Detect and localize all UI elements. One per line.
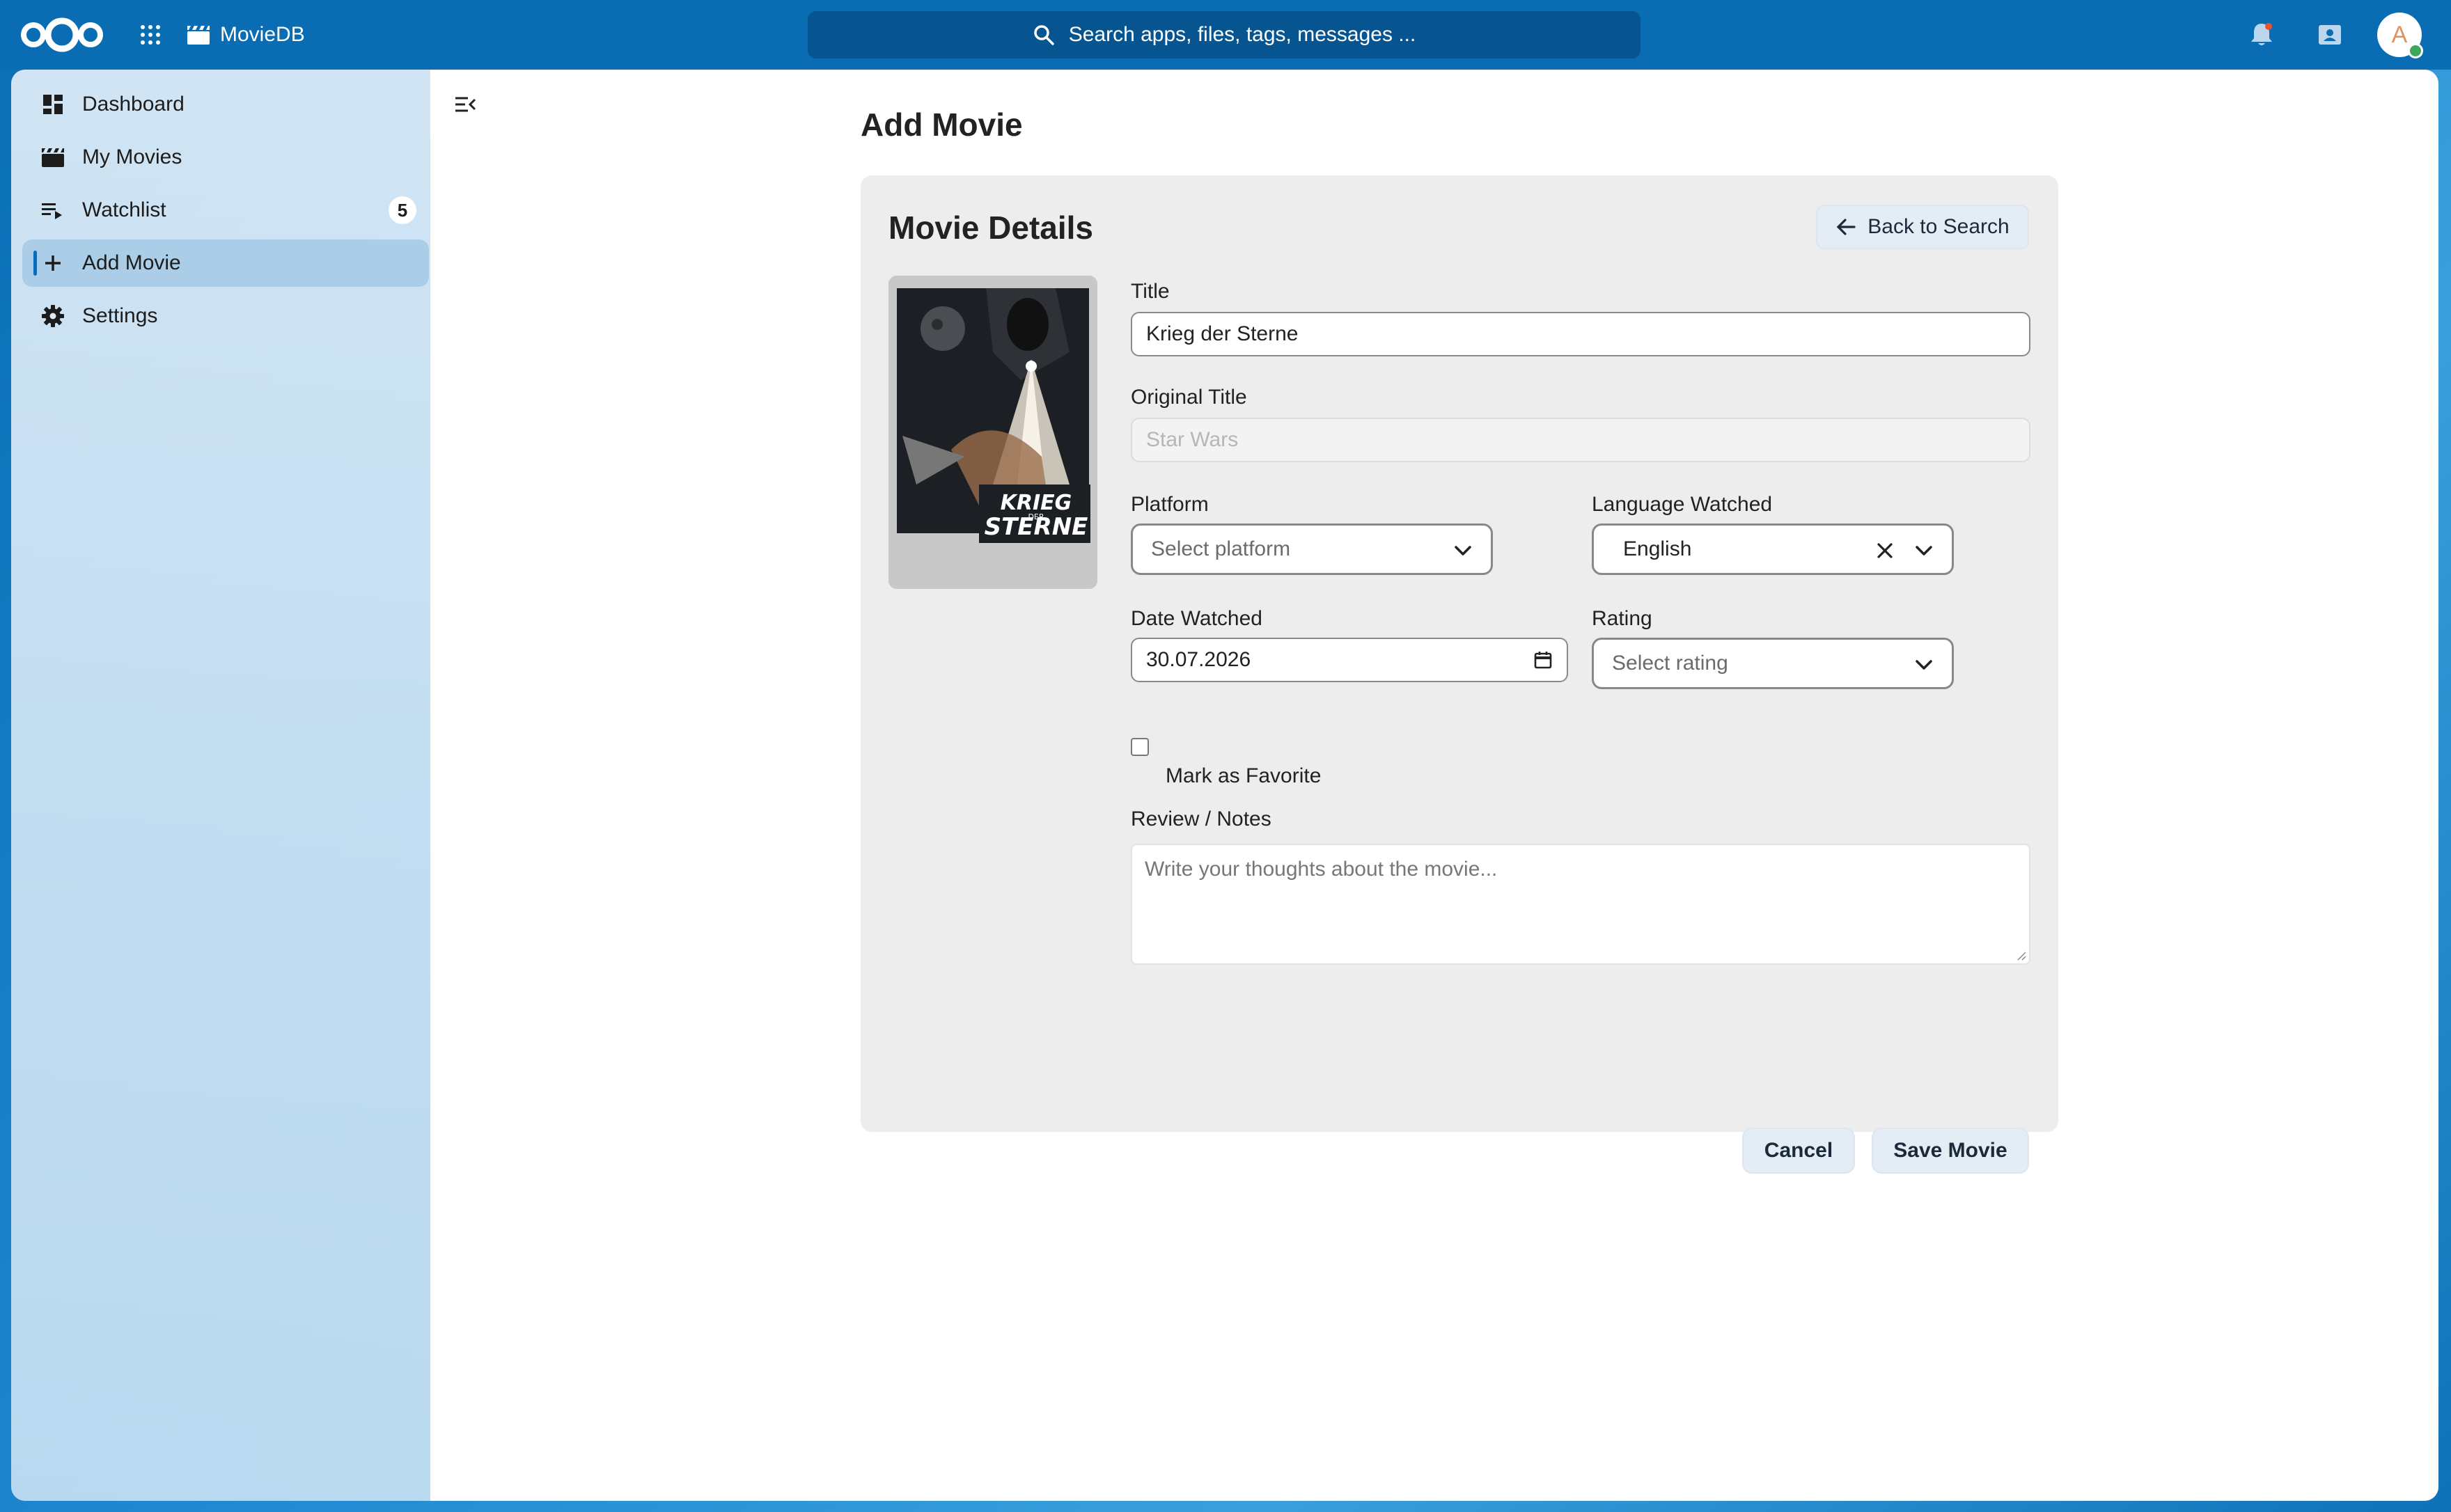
sidebar-item-settings[interactable]: Settings <box>22 292 429 340</box>
platform-label: Platform <box>1131 493 1209 516</box>
platform-select[interactable]: Select platform <box>1131 523 1493 575</box>
language-value: English <box>1623 537 1692 560</box>
original-title-value: Star Wars <box>1146 428 1239 451</box>
rating-select[interactable]: Select rating <box>1592 638 1954 689</box>
date-watched-input[interactable]: 30.07.2026 <box>1131 638 1568 682</box>
sidebar-item-my-movies[interactable]: My Movies <box>22 134 429 181</box>
calendar-icon[interactable] <box>1533 650 1553 670</box>
playlist-icon <box>38 195 68 226</box>
plus-icon <box>38 248 68 278</box>
cancel-button[interactable]: Cancel <box>1742 1128 1855 1174</box>
sidebar-item-add-movie[interactable]: Add Movie <box>22 239 429 287</box>
language-label: Language Watched <box>1592 493 1773 516</box>
movie-poster: KRIEG STERNE DER <box>888 276 1097 589</box>
user-avatar[interactable]: A <box>2377 13 2423 58</box>
unified-search-bar[interactable]: Search apps, files, tags, messages ... <box>808 11 1640 58</box>
toggle-sidebar-icon[interactable] <box>448 88 482 121</box>
app-name: MovieDB <box>220 23 305 46</box>
title-input[interactable]: Krieg der Sterne <box>1131 312 2030 356</box>
sidebar-item-dashboard[interactable]: Dashboard <box>22 81 429 128</box>
svg-text:DER: DER <box>1028 512 1044 521</box>
main-content: Add Movie Movie Details Back to Search K… <box>430 70 2438 1501</box>
movie-details-card: Movie Details Back to Search KRIEG STERN… <box>861 175 2058 1174</box>
sidebar-item-label: Add Movie <box>82 251 181 274</box>
language-select[interactable]: English <box>1592 523 1954 575</box>
contacts-menu-icon[interactable] <box>2315 19 2345 50</box>
app-navigation-sidebar: Dashboard My Movies Watchlist 5 Add Movi… <box>11 70 430 1501</box>
review-label: Review / Notes <box>1131 808 1271 830</box>
nextcloud-logo-icon[interactable] <box>18 15 106 54</box>
search-placeholder: Search apps, files, tags, messages ... <box>1068 23 1416 46</box>
back-to-search-button[interactable]: Back to Search <box>1816 205 2029 249</box>
review-placeholder: Write your thoughts about the movie... <box>1145 858 1498 881</box>
save-movie-button[interactable]: Save Movie <box>1872 1128 2029 1174</box>
arrow-left-icon <box>1837 219 1856 235</box>
top-header: MovieDB Search apps, files, tags, messag… <box>0 0 2451 70</box>
avatar-initial: A <box>2391 21 2408 48</box>
original-title-input[interactable]: Star Wars <box>1131 418 2030 462</box>
gear-icon <box>38 301 68 331</box>
rating-placeholder: Select rating <box>1612 652 1728 675</box>
title-label: Title <box>1131 280 1170 303</box>
watchlist-count-badge: 5 <box>389 196 416 224</box>
favorite-label[interactable]: Mark as Favorite <box>1166 764 1321 788</box>
review-textarea[interactable]: Write your thoughts about the movie... <box>1131 844 2030 965</box>
online-status-dot <box>2408 43 2423 58</box>
sidebar-item-label: Settings <box>82 304 158 327</box>
clear-selection-icon[interactable] <box>1874 540 1896 562</box>
favorite-checkbox[interactable] <box>1131 738 1149 756</box>
sidebar-item-label: My Movies <box>82 145 182 168</box>
date-watched-value: 30.07.2026 <box>1146 648 1251 671</box>
sidebar-item-watchlist[interactable]: Watchlist 5 <box>22 187 429 234</box>
sidebar-item-label: Watchlist <box>82 198 166 221</box>
dashboard-icon <box>38 89 68 120</box>
sidebar-item-label: Dashboard <box>82 93 185 116</box>
original-title-label: Original Title <box>1131 386 1247 409</box>
date-watched-label: Date Watched <box>1131 607 1262 630</box>
card-title: Movie Details <box>888 210 1093 246</box>
chevron-down-icon <box>1455 546 1471 556</box>
page-title: Add Movie <box>861 107 1023 143</box>
poster-title-top: KRIEG <box>1001 491 1072 515</box>
chevron-down-icon <box>1916 660 1932 670</box>
clapperboard-icon <box>38 142 68 173</box>
app-menu-icon[interactable] <box>136 21 164 49</box>
resize-handle-icon[interactable] <box>2015 950 2026 961</box>
current-app-link[interactable]: MovieDB <box>187 18 305 52</box>
rating-label: Rating <box>1592 607 1652 630</box>
back-button-label: Back to Search <box>1867 215 2010 238</box>
platform-placeholder: Select platform <box>1151 537 1291 560</box>
notifications-bell-icon[interactable] <box>2246 19 2277 50</box>
chevron-down-icon <box>1916 546 1932 556</box>
clapperboard-icon <box>187 26 210 45</box>
title-input-value: Krieg der Sterne <box>1146 322 1299 345</box>
search-icon <box>1033 25 1054 45</box>
